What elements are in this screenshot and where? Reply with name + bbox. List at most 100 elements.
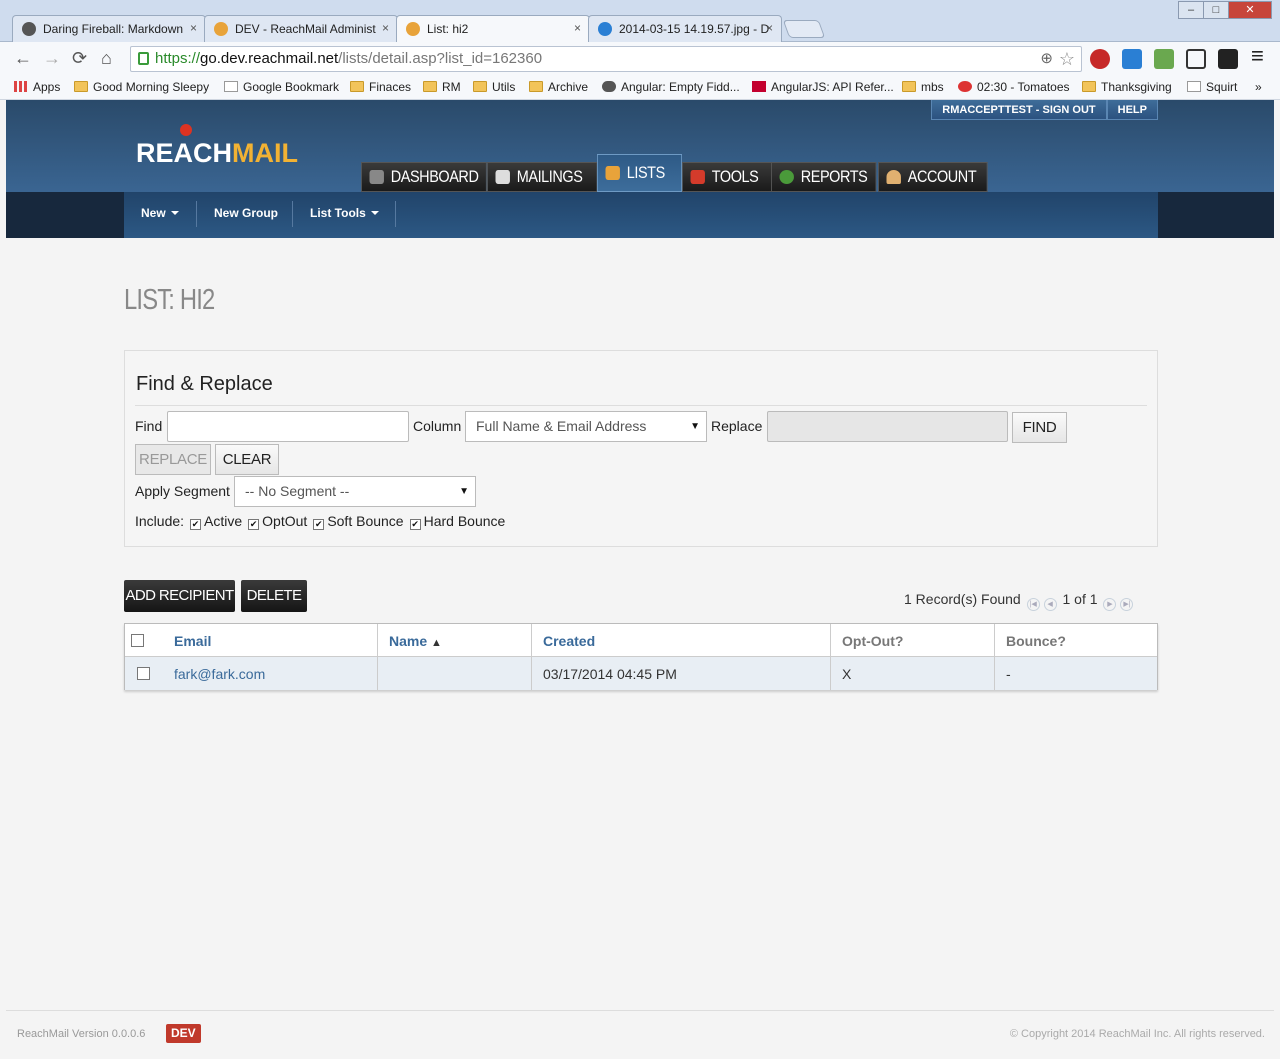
find-label: Find [135,418,163,434]
apps-icon [14,81,28,92]
dropbox-icon [598,22,612,36]
notebook-icon [605,166,620,180]
minimize-button[interactable]: ‒ [1178,1,1204,19]
star-icon[interactable]: ☆ [1059,47,1075,71]
tab-reachmail-admin[interactable]: DEV - ReachMail Administ × [204,15,398,42]
row-optout: X [842,666,852,682]
bookmark-rm[interactable]: RM [423,79,461,95]
segment-select[interactable]: -- No Segment -- ▼ [234,476,476,507]
maximize-button[interactable]: □ [1203,1,1229,19]
find-button[interactable]: FIND [1012,412,1067,443]
toolbox-icon [690,170,705,184]
pie-chart-icon [779,170,794,184]
bookmark-utils[interactable]: Utils [473,79,515,95]
top-links: RMACCEPTTEST - SIGN OUT HELP [931,100,1158,120]
bookmark-good-morning-sleepy[interactable]: Good Morning Sleepy [74,79,209,95]
row-checkbox[interactable] [137,667,150,680]
reload-button[interactable]: ⟳ [72,49,87,67]
next-page-icon[interactable]: ▶ [1103,598,1117,611]
bookmark-angular-empty-fiddle[interactable]: Angular: Empty Fidd... [602,79,740,95]
active-checkbox[interactable]: ✔ [190,519,202,530]
list-tools-menu[interactable]: List Tools [310,206,379,220]
bookmark-finaces[interactable]: Finaces [350,79,411,95]
bookmark-tomatoes[interactable]: 02:30 - Tomatoes [958,79,1070,95]
tab-list-hi2[interactable]: List: hi2 × [396,15,590,43]
bookmark-mbs[interactable]: mbs [902,79,944,95]
camera-extension-icon[interactable] [1186,49,1206,69]
reachmail-icon [214,22,228,36]
bookmark-squirt[interactable]: Squirt [1187,79,1237,95]
bookmark-apps[interactable]: Apps [14,79,60,95]
more-bookmarks-button[interactable]: » [1255,79,1262,95]
angular-icon [752,81,766,92]
nav-dashboard[interactable]: DASHBOARD [361,162,487,192]
column-select[interactable]: Full Name & Email Address ▼ [465,411,707,442]
optout-checkbox[interactable]: ✔ [248,519,260,530]
table-header [125,624,1157,657]
bookmark-angularjs-api[interactable]: AngularJS: API Refer... [752,79,894,95]
nav-mailings[interactable]: MAILINGS [487,162,598,192]
first-page-icon[interactable]: |◀ [1026,598,1040,611]
bookmark-thanksgiving[interactable]: Thanksgiving [1082,79,1172,95]
leaf-extension-icon[interactable] [1154,49,1174,69]
nav-lists[interactable]: LISTS [597,154,682,192]
stop-extension-icon[interactable] [1090,49,1110,69]
monitor-extension-icon[interactable] [1122,49,1142,69]
tab-daring-fireball[interactable]: Daring Fireball: Markdown × [12,15,206,42]
bookmark-google-bookmark[interactable]: Google Bookmark [224,79,339,95]
close-icon[interactable]: × [382,21,389,35]
address-bar[interactable]: https://go.dev.reachmail.net/lists/detai… [130,46,1082,72]
copyright-text: © Copyright 2014 ReachMail Inc. All righ… [1009,1028,1265,1040]
column-created[interactable]: Created [543,633,595,649]
new-tab-button[interactable] [782,20,826,38]
film-extension-icon[interactable] [1218,49,1238,69]
hard-bounce-checkbox[interactable]: ✔ [409,519,421,530]
back-button[interactable]: ← [14,49,32,67]
sign-out-link[interactable]: RMACCEPTTEST - SIGN OUT [931,100,1107,120]
close-icon[interactable]: × [190,21,197,35]
new-group-link[interactable]: New Group [214,206,278,220]
clear-button[interactable]: CLEAR [215,444,279,475]
replace-input[interactable] [767,411,1008,442]
nav-tools[interactable]: TOOLS [682,162,773,192]
column-email[interactable]: Email [174,633,211,649]
close-icon[interactable]: × [766,21,773,35]
page-icon [1187,81,1201,92]
reachmail-logo[interactable]: REACHMAIL [136,124,298,169]
soft-bounce-checkbox[interactable]: ✔ [313,519,325,530]
caret-down-icon [170,211,179,215]
folder-icon [529,81,543,92]
search-icon[interactable]: ⊕ [1040,47,1053,71]
window-controls: ‒ □ ✕ [1178,0,1272,19]
menu-icon[interactable]: ≡ [1251,45,1264,67]
window-close-button[interactable]: ✕ [1228,1,1272,19]
help-link[interactable]: HELP [1106,100,1158,120]
column-bounce: Bounce? [1006,633,1066,649]
find-input[interactable] [167,411,409,442]
select-all-checkbox[interactable] [131,634,144,647]
version-text: ReachMail Version 0.0.0.6 [17,1028,146,1040]
replace-button[interactable]: REPLACE [135,444,211,475]
forward-button[interactable]: → [43,49,61,67]
nav-account[interactable]: ACCOUNT [878,162,988,192]
sub-nav: New New Group List Tools [6,192,1274,238]
last-page-icon[interactable]: ▶| [1120,598,1134,611]
row-email-link[interactable]: fark@fark.com [174,666,265,682]
reachmail-icon [406,22,420,36]
caret-down-icon [370,211,379,215]
bookmark-archive[interactable]: Archive [529,79,588,95]
prev-page-icon[interactable]: ◀ [1043,598,1057,611]
nav-reports[interactable]: REPORTS [771,162,877,192]
tab-dropbox-image[interactable]: 2014-03-15 14.19.57.jpg - D × [588,15,782,42]
bookmarks-bar: Apps Good Morning Sleepy Google Bookmark… [0,76,1280,100]
new-menu[interactable]: New [141,206,179,220]
folder-icon [350,81,364,92]
close-icon[interactable]: × [574,21,581,35]
column-name[interactable]: Name ▲ [389,633,442,649]
add-recipient-button[interactable]: ADD RECIPIENT [124,580,235,612]
home-button[interactable]: ⌂ [101,49,112,67]
page-icon [224,81,238,92]
delete-button[interactable]: DELETE [241,580,307,612]
column-label: Column [413,418,462,434]
footer: ReachMail Version 0.0.0.6 DEV © Copyrigh… [6,1010,1274,1059]
